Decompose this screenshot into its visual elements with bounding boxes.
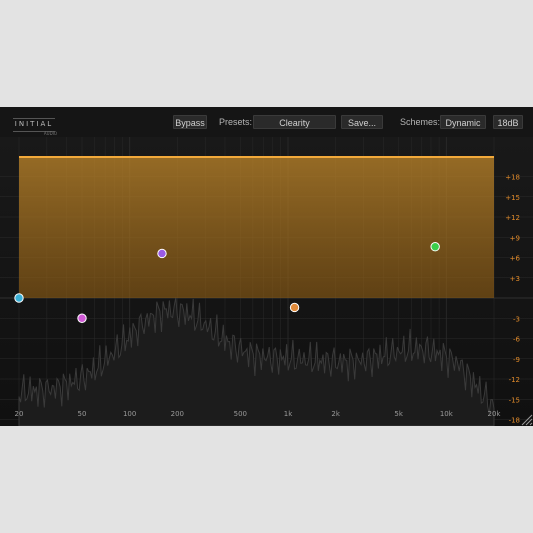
eq-graph-canvas[interactable]: +18+15+12+9+6+3-3-6-9-12-15-18 20 50 100 20…	[0, 137, 533, 426]
resize-grip-icon[interactable]	[519, 412, 533, 426]
eq-fill-area	[19, 157, 494, 298]
db-tick-label: -3	[513, 315, 520, 323]
frequency-tick-label: 200	[171, 410, 184, 418]
eq-response-curve	[19, 156, 494, 298]
band-handle-bell-1[interactable]	[157, 248, 167, 259]
db-tick-label: +9	[510, 234, 520, 242]
preset-selector[interactable]: Clearity	[253, 115, 336, 129]
bypass-button[interactable]: Bypass	[173, 115, 207, 129]
presets-label: Presets:	[219, 117, 253, 127]
logo-text: INITIAL	[14, 120, 54, 128]
db-tick-label: +18	[505, 174, 520, 182]
db-tick-label: +3	[510, 275, 520, 283]
db-tick-label: -9	[513, 356, 520, 364]
toolbar: INITIAL AUDIO Bypass Presets: Clearity S…	[0, 107, 533, 137]
band-handle-high-bell[interactable]	[430, 242, 440, 252]
frequency-tick-label: 10k	[440, 410, 454, 418]
eq-plugin-window: INITIAL AUDIO Bypass Presets: Clearity S…	[0, 107, 533, 426]
frequency-tick-label: 500	[234, 410, 247, 418]
frequency-tick-label: 5k	[394, 410, 403, 418]
scheme-selector[interactable]: Dynamic	[440, 115, 486, 129]
frequency-tick-label: 100	[123, 410, 136, 418]
db-tick-label: +12	[505, 214, 520, 222]
schemes-label: Schemes:	[400, 117, 441, 127]
frequency-tick-label: 2k	[331, 410, 340, 418]
db-tick-label: +15	[505, 194, 520, 202]
db-range-selector[interactable]: 18dB	[493, 115, 523, 129]
db-tick-label: -12	[509, 376, 520, 384]
db-tick-label: +6	[510, 255, 521, 263]
band-handle-low-cut[interactable]	[14, 293, 24, 303]
frequency-tick-label: 20k	[488, 410, 502, 418]
frequency-tick-label: 1k	[284, 410, 293, 418]
db-tick-label: -6	[513, 336, 521, 344]
eq-graph[interactable]: +18 +15 +12 +9 +6 +3 -3 -6 -9 -12 -15 -18 20 50 100 20…	[0, 137, 533, 426]
save-preset-button[interactable]: Save...	[341, 115, 383, 129]
frequency-tick-label: 50	[78, 410, 87, 418]
db-tick-label: -15	[509, 396, 520, 404]
frequency-tick-label: 20	[15, 410, 24, 418]
brand-logo: INITIAL AUDIO	[13, 118, 57, 136]
band-handle-bell-2[interactable]	[289, 302, 300, 313]
band-handle-low-shelf[interactable]	[77, 313, 87, 323]
